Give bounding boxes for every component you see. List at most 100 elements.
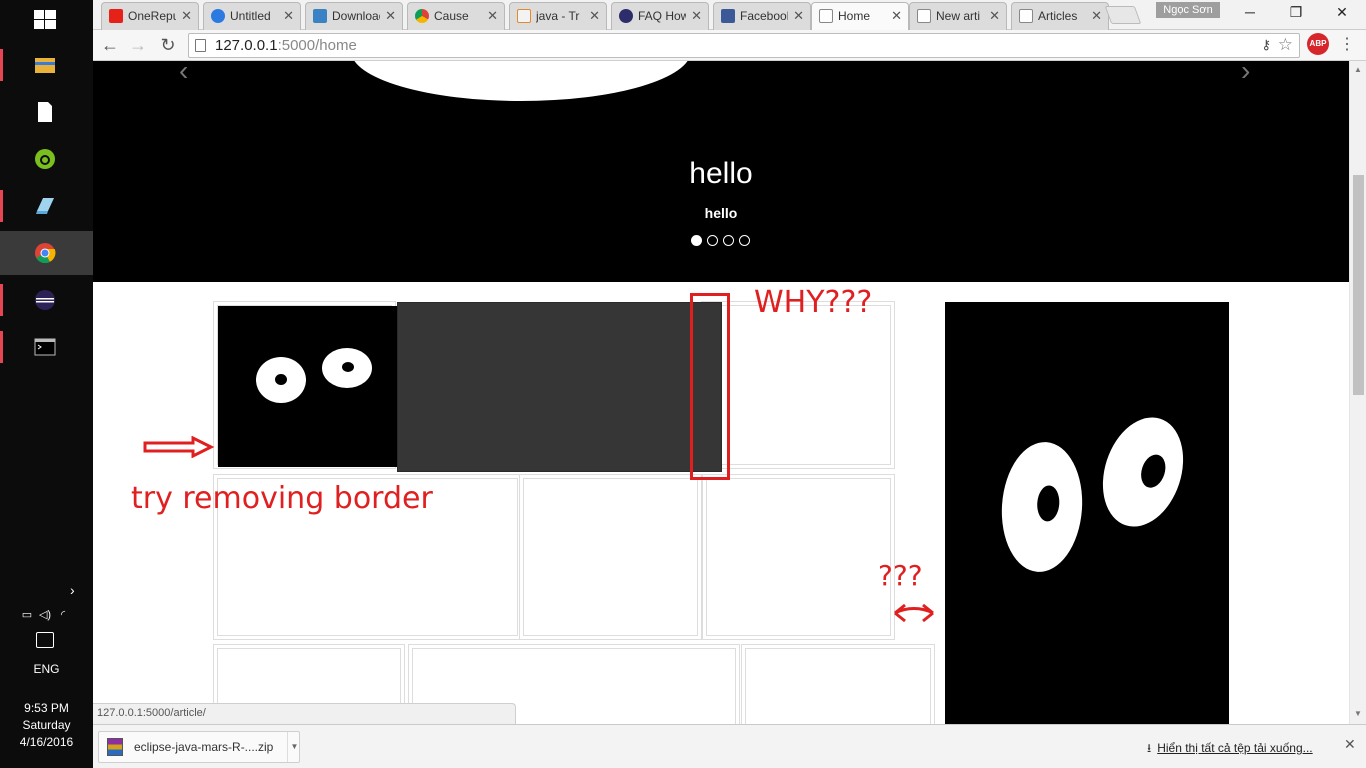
close-icon[interactable]: ✕	[691, 8, 702, 24]
glass-icon	[36, 198, 54, 214]
volume-icon[interactable]: ◁)	[36, 608, 54, 621]
taskbar-chrome[interactable]	[0, 231, 93, 275]
wifi-icon[interactable]: ◜	[54, 608, 72, 621]
action-center-icon[interactable]	[36, 632, 54, 648]
taskbar-file-explorer[interactable]	[0, 43, 93, 87]
tab-downloads[interactable]: Downloads ✕	[305, 2, 403, 30]
reload-button[interactable]: ↻	[156, 34, 180, 56]
article-image[interactable]	[218, 306, 398, 467]
tab-articles[interactable]: Articles ✕	[1011, 2, 1109, 30]
profile-button[interactable]: Ngọc Sơn	[1156, 2, 1220, 18]
key-icon[interactable]: ⚷	[1261, 37, 1271, 53]
close-icon[interactable]: ✕	[283, 8, 294, 24]
carousel-caption-subtitle: hello	[704, 205, 738, 221]
windows-start-icon[interactable]	[34, 10, 56, 30]
clock-date: 4/16/2016	[19, 735, 74, 749]
article-tile[interactable]	[701, 301, 895, 469]
terminal-icon	[34, 338, 56, 356]
carousel-indicator[interactable]	[739, 235, 750, 246]
annotation-why: WHY???	[754, 285, 873, 320]
tab-untitled[interactable]: Untitled ✕	[203, 2, 301, 30]
close-icon[interactable]: ✕	[487, 8, 498, 24]
carousel-indicator[interactable]	[691, 235, 702, 246]
eye	[322, 348, 372, 388]
browser-toolbar: ← → ↻ 127.0.0.1:5000/home ⚷ ☆ ABP ⋮	[93, 30, 1366, 61]
page-scrollbar[interactable]: ▲ ▼	[1349, 61, 1366, 724]
taskbar-utorrent[interactable]	[0, 137, 93, 181]
eclipse-icon	[35, 290, 55, 310]
scroll-up-icon[interactable]: ▲	[1354, 65, 1362, 74]
document-icon	[38, 102, 52, 122]
clock-time: 9:53 PM	[24, 701, 69, 715]
bookmark-star-icon[interactable]: ☆	[1278, 35, 1293, 55]
taskbar-glass-app[interactable]	[0, 184, 93, 228]
page-info-icon[interactable]	[195, 39, 206, 52]
address-bar[interactable]: 127.0.0.1:5000/home ⚷ ☆	[188, 33, 1300, 58]
page-icon	[917, 9, 931, 23]
chrome-icon	[35, 243, 56, 264]
chevron-right-icon[interactable]: ›	[70, 582, 75, 598]
tab-cause[interactable]: Cause ✕	[407, 2, 505, 30]
globe-icon	[619, 9, 633, 23]
tab-java[interactable]: java - Tr ✕	[509, 2, 607, 30]
tab-title: Downloads	[332, 9, 380, 23]
google-docs-icon	[211, 9, 225, 23]
scroll-thumb[interactable]	[1353, 175, 1364, 395]
clock[interactable]: 9:53 PM Saturday 4/16/2016	[0, 700, 93, 751]
download-arrow-icon: ⭳	[1147, 741, 1152, 755]
close-icon[interactable]: ✕	[181, 8, 192, 24]
close-window-button[interactable]: ✕	[1319, 0, 1365, 26]
tab-title: Cause	[434, 9, 469, 23]
article-tile[interactable]	[519, 474, 702, 640]
close-icon[interactable]: ✕	[385, 8, 396, 24]
tab-onerepublic[interactable]: OneRepublic ✕	[101, 2, 199, 30]
page-icon	[819, 9, 833, 23]
show-all-downloads-link[interactable]: ⭳ Hiển thị tất cả tệp tải xuống...	[1147, 739, 1313, 760]
close-icon[interactable]: ✕	[589, 8, 600, 24]
tab-faq[interactable]: FAQ How ✕	[611, 2, 709, 30]
carousel-prev-icon[interactable]: ‹	[179, 61, 188, 87]
tab-home[interactable]: Home ✕	[811, 2, 909, 30]
close-icon[interactable]: ✕	[1091, 8, 1102, 24]
tab-title: java - Tr	[536, 9, 580, 23]
highlight-box	[690, 293, 730, 480]
menu-icon[interactable]: ⋮	[1337, 34, 1357, 56]
tab-title: Untitled	[230, 9, 271, 23]
close-shelf-icon[interactable]: ✕	[1344, 736, 1356, 753]
taskbar-notepad[interactable]	[0, 90, 93, 134]
taskbar-command-prompt[interactable]	[0, 325, 93, 369]
eye	[997, 439, 1087, 575]
back-button[interactable]: ←	[98, 34, 122, 56]
article-overlay[interactable]	[397, 302, 722, 472]
sidebar-image[interactable]	[945, 302, 1229, 724]
tab-title: Home	[838, 9, 871, 23]
tab-facebook[interactable]: Facebook ✕	[713, 2, 811, 30]
tab-title: OneRepublic	[128, 9, 176, 23]
forward-button[interactable]: →	[126, 34, 150, 56]
tab-title: Facebook	[740, 9, 788, 23]
scroll-down-icon[interactable]: ▼	[1354, 709, 1362, 718]
battery-icon[interactable]: ▭	[18, 608, 36, 621]
input-language[interactable]: ENG	[0, 662, 93, 676]
carousel-indicator[interactable]	[723, 235, 734, 246]
download-shelf: eclipse-java-mars-R-....zip ▼ ⭳ Hiển thị …	[93, 724, 1366, 768]
adblock-plus-icon[interactable]: ABP	[1307, 33, 1329, 55]
windows-taskbar: › ▭ ◁) ◜ ENG 9:53 PM Saturday 4/16/2016	[0, 0, 93, 768]
taskbar-eclipse[interactable]	[0, 278, 93, 322]
download-item[interactable]: eclipse-java-mars-R-....zip ▼	[98, 731, 300, 763]
download-options-icon[interactable]: ▼	[287, 732, 301, 762]
annotation-right-arrow-icon	[143, 436, 215, 458]
folder-icon	[35, 58, 55, 73]
download-filename: eclipse-java-mars-R-....zip	[134, 740, 274, 754]
carousel-indicator[interactable]	[707, 235, 718, 246]
close-icon[interactable]: ✕	[891, 8, 902, 24]
minimize-button[interactable]: ─	[1227, 0, 1273, 26]
article-tile[interactable]	[702, 474, 895, 640]
tab-new-article[interactable]: New arti ✕	[909, 2, 1007, 30]
new-tab-button[interactable]	[1104, 6, 1142, 24]
carousel-next-icon[interactable]: ›	[1241, 61, 1250, 87]
article-tile[interactable]	[741, 644, 935, 724]
restore-button[interactable]: ❐	[1273, 0, 1319, 26]
close-icon[interactable]: ✕	[989, 8, 1000, 24]
close-icon[interactable]: ✕	[793, 8, 804, 24]
